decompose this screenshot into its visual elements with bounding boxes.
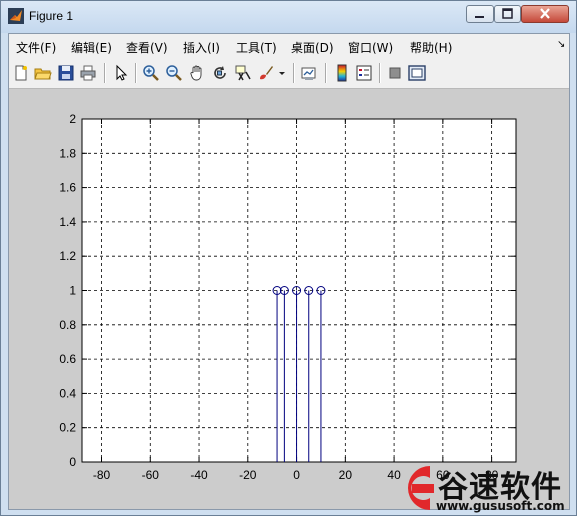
open-file-button[interactable] [34,64,52,82]
rotate-3d-icon [214,66,226,79]
link-plot-icon [301,67,316,80]
print-button[interactable] [79,64,97,82]
maximize-button[interactable] [494,5,521,23]
x-tick-label: -20 [239,468,257,482]
open-file-icon [34,68,52,80]
menu-insert[interactable]: 插入(I) [183,39,220,56]
menu-overflow-arrow[interactable]: ↘ [557,39,565,50]
minimize-button[interactable] [466,5,494,23]
toolbar-separator [293,63,295,83]
show-plot-tools-icon [408,65,426,81]
brush-icon [260,66,273,80]
menu-file[interactable]: 文件(F) [16,39,56,56]
menu-view[interactable]: 查看(V) [126,39,168,56]
show-plot-tools-button[interactable] [408,64,426,82]
save-icon [58,65,74,81]
data-cursor-icon [235,65,251,81]
x-tick-label: 20 [339,468,353,482]
menu-tools[interactable]: 工具(T) [236,39,277,56]
toolbar-separator [325,63,327,83]
x-tick-label: -80 [93,468,111,482]
brush-dropdown-icon [279,72,285,75]
y-tick-label: 2 [69,112,76,126]
save-button[interactable] [57,64,75,82]
watermark-url: www.gususoft.com [436,499,565,513]
zoom-in-icon [143,65,159,81]
pan-button[interactable] [188,64,206,82]
zoom-out-icon [166,65,182,81]
insert-legend-button[interactable] [355,64,373,82]
zoom-in-button[interactable] [142,64,160,82]
hide-plot-tools-button[interactable] [386,64,404,82]
y-tick-label: 0 [69,455,76,469]
close-icon [540,8,550,19]
window-title: Figure 1 [29,9,74,23]
menu-desktop[interactable]: 桌面(D) [291,39,334,56]
colorbar-icon [337,64,347,82]
pointer-icon [116,64,128,81]
pan-hand-icon [190,65,202,81]
toolbar-separator [135,63,137,83]
y-tick-label: 1.6 [59,181,76,195]
minimize-icon [475,16,484,18]
edit-plot-button[interactable] [112,64,130,82]
toolbar-separator [379,63,381,83]
matlab-logo-icon [8,8,24,24]
figure-toolbar [9,58,569,89]
stem-plot[interactable]: -80 -60 -40 -20 0 20 40 60 8000.20.40.60.811.21.… [9,89,569,509]
maximize-icon [502,8,513,19]
y-tick-label: 0.8 [59,318,76,332]
insert-colorbar-button[interactable] [333,64,351,82]
y-tick-label: 1 [69,284,76,298]
menu-bar: 文件(F) 编辑(E) 查看(V) 插入(I) 工具(T) 桌面(D) 窗口(W… [9,34,569,58]
link-plot-button[interactable] [300,64,318,82]
x-tick-label: -60 [142,468,160,482]
legend-icon [356,65,372,81]
y-tick-label: 0.2 [59,421,76,435]
menu-edit[interactable]: 编辑(E) [71,39,112,56]
new-figure-button[interactable] [12,64,30,82]
print-icon [80,65,96,81]
brush-button[interactable] [257,64,275,82]
y-tick-label: 0.6 [59,352,76,366]
y-tick-label: 0.4 [59,386,76,400]
figure-canvas: -80 -60 -40 -20 0 20 40 60 80 0 0.2 0.4 0.6 0.8 1 1.2 1.… [9,89,569,509]
menu-window[interactable]: 窗口(W) [348,39,393,56]
menu-help[interactable]: 帮助(H) [410,39,452,56]
y-tick-label: 1.8 [59,146,76,160]
hide-plot-tools-icon [389,67,401,79]
new-figure-icon [15,65,27,81]
toolbar-separator [104,63,106,83]
x-tick-label: 0 [293,468,300,482]
close-button[interactable] [521,5,569,23]
y-tick-label: 1.4 [59,215,76,229]
data-cursor-button[interactable] [234,64,252,82]
zoom-out-button[interactable] [165,64,183,82]
rotate-3d-button[interactable] [211,64,229,82]
figure-client-area: 文件(F) 编辑(E) 查看(V) 插入(I) 工具(T) 桌面(D) 窗口(W… [8,33,570,510]
figure-window: Figure 1 文件(F) 编辑(E) 查看(V) 插入(I) 工具(T) 桌… [0,0,577,516]
y-tick-label: 1.2 [59,249,76,263]
title-bar[interactable]: Figure 1 [1,1,576,33]
brush-dropdown-button[interactable] [277,64,287,82]
x-tick-label: -40 [190,468,208,482]
